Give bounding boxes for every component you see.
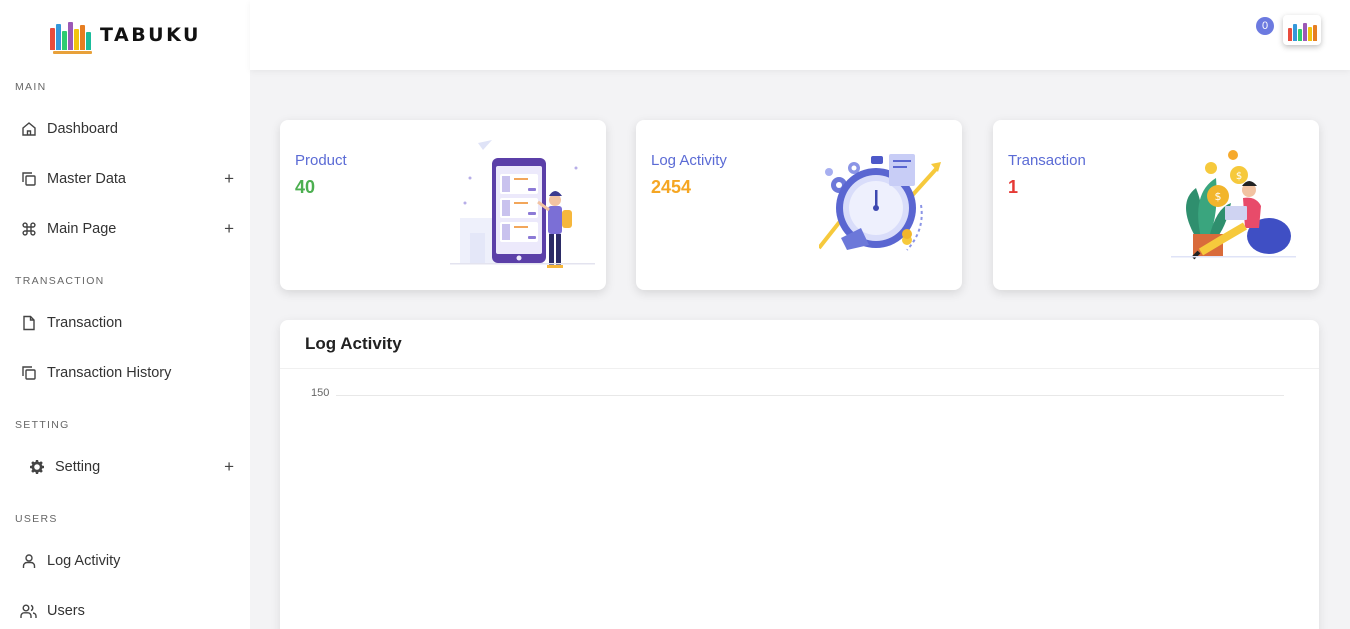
file-icon xyxy=(20,315,37,332)
sidebar-item-label: Dashboard xyxy=(47,121,118,137)
phone-shopping-illustration-icon xyxy=(450,140,595,268)
card-value: 40 xyxy=(295,177,316,197)
section-users: USERS xyxy=(15,513,58,525)
sidebar-item-main-page[interactable]: Main Page + xyxy=(0,204,250,254)
coins-illustration-icon: $ $ xyxy=(1171,150,1296,260)
sidebar-item-label: Transaction xyxy=(47,315,123,331)
sidebar-item-setting[interactable]: Setting + xyxy=(0,442,250,492)
card-value: 1 xyxy=(1008,177,1019,197)
sidebar: TABUKU MAIN Dashboard Master Data + Main… xyxy=(0,0,250,629)
stat-card-log-activity[interactable]: Log Activity 2454 xyxy=(636,120,962,290)
copy-icon xyxy=(20,171,37,188)
y-axis-tick: 150 xyxy=(311,387,330,399)
sidebar-item-label: Transaction History xyxy=(47,365,172,381)
brand-name: TABUKU xyxy=(100,24,201,46)
sidebar-item-users[interactable]: Users xyxy=(0,586,250,629)
users-icon xyxy=(20,603,37,620)
sidebar-item-transaction-history[interactable]: Transaction History xyxy=(0,348,250,398)
card-title: Transaction xyxy=(1008,152,1086,169)
user-icon xyxy=(20,553,37,570)
expand-icon[interactable]: + xyxy=(224,169,234,189)
copy-icon xyxy=(20,365,37,382)
sidebar-item-transaction[interactable]: Transaction xyxy=(0,298,250,348)
sidebar-item-label: Setting xyxy=(55,459,101,475)
sidebar-item-log-activity[interactable]: Log Activity xyxy=(0,536,250,586)
brand[interactable]: TABUKU xyxy=(0,0,250,70)
svg-text:$: $ xyxy=(1236,171,1242,182)
chart-grid-line xyxy=(336,395,1284,396)
card-value: 2454 xyxy=(651,177,692,197)
sidebar-item-label: Master Data xyxy=(47,171,126,187)
sidebar-item-master-data[interactable]: Master Data + xyxy=(0,154,250,204)
section-main: MAIN xyxy=(15,81,47,93)
sidebar-item-dashboard[interactable]: Dashboard xyxy=(0,104,250,154)
sidebar-item-label: Log Activity xyxy=(47,553,121,569)
expand-icon[interactable]: + xyxy=(224,219,234,239)
expand-icon[interactable]: + xyxy=(224,457,234,477)
log-activity-panel: Log Activity 150 xyxy=(280,320,1319,629)
panel-title: Log Activity xyxy=(305,334,402,353)
sidebar-item-label: Users xyxy=(47,603,85,619)
card-title: Product xyxy=(295,152,347,169)
stat-card-product[interactable]: Product 40 xyxy=(280,120,606,290)
stopwatch-illustration-icon xyxy=(819,154,941,251)
svg-text:$: $ xyxy=(1215,190,1222,203)
card-title: Log Activity xyxy=(651,152,727,169)
avatar[interactable] xyxy=(1283,15,1321,45)
stat-card-transaction[interactable]: Transaction 1 $ $ xyxy=(993,120,1319,290)
section-transaction: TRANSACTION xyxy=(15,275,105,287)
notification-badge[interactable]: 0 xyxy=(1256,17,1274,35)
section-setting: SETTING xyxy=(15,419,70,431)
topbar: 0 xyxy=(250,0,1350,70)
sidebar-item-label: Main Page xyxy=(47,221,117,237)
panel-header: Log Activity xyxy=(280,320,1319,369)
brand-logo-icon xyxy=(50,20,92,54)
command-icon xyxy=(20,221,37,238)
gear-icon xyxy=(28,459,45,476)
home-icon xyxy=(20,121,37,138)
